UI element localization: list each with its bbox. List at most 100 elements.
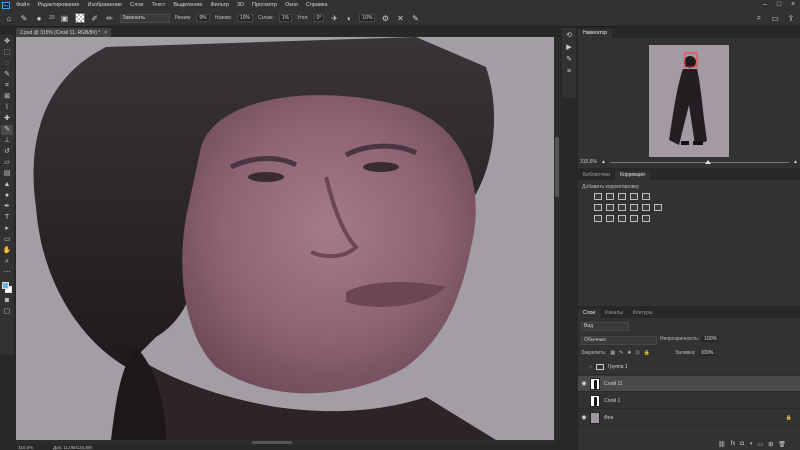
flow-field[interactable]: 0° — [313, 14, 325, 22]
exposure-icon[interactable] — [630, 193, 638, 200]
close-tab-icon[interactable]: × — [104, 30, 107, 36]
smoothing-icon[interactable]: ◐ — [344, 13, 354, 23]
hand-tool-icon[interactable]: ✋ — [1, 246, 13, 256]
eraser-tool-icon[interactable]: ▱ — [1, 158, 13, 168]
more-tools-icon[interactable]: ⋯ — [1, 268, 13, 278]
menu-filter[interactable]: Фильтр — [206, 2, 232, 8]
menu-select[interactable]: Выделение — [169, 2, 206, 8]
menu-file[interactable]: Файл — [12, 2, 34, 8]
zoom-slider-knob[interactable] — [704, 159, 711, 164]
pen-tool-icon[interactable]: ✒ — [1, 202, 13, 212]
navigator-zoom-slider[interactable] — [609, 159, 790, 164]
brightness-contrast-icon[interactable] — [594, 193, 602, 200]
color-lookup-icon[interactable] — [654, 204, 662, 211]
sample-all-icon[interactable]: ✕ — [395, 13, 405, 23]
zoom-tool-icon[interactable]: ⌕ — [1, 257, 13, 267]
quick-mask-icon[interactable]: ◙ — [1, 296, 13, 306]
add-mask-icon[interactable]: ◘ — [740, 441, 744, 448]
color-swatches[interactable] — [1, 281, 13, 295]
search-icon[interactable]: ⌕ — [754, 13, 764, 23]
path-select-tool-icon[interactable]: ▸ — [1, 224, 13, 234]
blend-mode-select[interactable]: Обычные — [581, 336, 657, 345]
wet-field[interactable]: 9% — [196, 14, 210, 22]
clean-brush-icon[interactable]: ✏ — [105, 13, 115, 23]
document-tab[interactable]: 2.psd @ 315% (Слой 11, RGB/8#) * × — [16, 28, 112, 37]
load-brush-icon[interactable]: ✐ — [90, 13, 100, 23]
workspace-icon[interactable]: ▭ — [770, 13, 780, 23]
healing-tool-icon[interactable]: ✚ — [1, 114, 13, 124]
layer-row-background[interactable]: ◉ Фон 🔒 — [578, 410, 800, 426]
history-icon[interactable]: ⟲ — [564, 32, 574, 40]
eye-icon[interactable]: ◉ — [578, 380, 590, 387]
brush-tool-icon[interactable]: ✎ — [1, 125, 13, 135]
blur-tool-icon[interactable]: ▲ — [1, 180, 13, 190]
menu-image[interactable]: Изображение — [83, 2, 126, 8]
levels-icon[interactable] — [606, 193, 614, 200]
selective-color-icon[interactable] — [642, 215, 650, 222]
layer-row-selected[interactable]: ◉ Слой 11 — [578, 376, 800, 392]
lock-move-icon[interactable]: ✥ — [627, 350, 631, 356]
gear-icon[interactable]: ⚙ — [380, 13, 390, 23]
curves-icon[interactable] — [618, 193, 626, 200]
brush-preset-icon[interactable]: ● — [34, 13, 44, 23]
minimize-icon[interactable]: – — [758, 0, 772, 10]
mixer-brush-icon[interactable]: ✎ — [19, 13, 29, 23]
zoom-in-icon[interactable]: ▲ — [793, 159, 798, 165]
brush-panel-icon[interactable]: ▣ — [60, 13, 70, 23]
canvas-area[interactable] — [16, 37, 556, 440]
marquee-tool-icon[interactable]: ⬚ — [1, 48, 13, 58]
zoom-out-icon[interactable]: ▲ — [601, 159, 606, 165]
new-layer-icon[interactable]: ⊞ — [768, 441, 773, 448]
gradient-map-icon[interactable] — [630, 215, 638, 222]
airbrush-icon[interactable]: ✈ — [329, 13, 339, 23]
load-swatch[interactable] — [74, 13, 85, 23]
tab-libraries[interactable]: Библиотеки — [578, 171, 615, 180]
expand-arrow-icon[interactable]: › — [590, 364, 592, 370]
eyedropper-tool-icon[interactable]: ⌇ — [1, 103, 13, 113]
new-group-icon[interactable]: ▭ — [758, 441, 764, 448]
properties-icon[interactable]: ≡ — [564, 68, 574, 76]
lock-artboard-icon[interactable]: ⊡ — [635, 350, 639, 356]
menu-help[interactable]: Справка — [302, 2, 332, 8]
eye-icon[interactable]: ◉ — [578, 414, 590, 421]
tab-layers[interactable]: Слои — [578, 309, 601, 318]
maximize-icon[interactable]: □ — [772, 0, 786, 10]
color-balance-icon[interactable] — [606, 204, 614, 211]
screen-mode-icon[interactable]: ▢ — [1, 307, 13, 317]
delete-layer-icon[interactable]: 🗑 — [778, 441, 786, 448]
tab-adjustments[interactable]: Коррекция — [615, 171, 650, 180]
fill-field[interactable]: 100% — [698, 350, 716, 356]
play-icon[interactable]: ▶ — [564, 44, 574, 52]
brush-settings-icon[interactable]: ✎ — [564, 56, 574, 64]
layer-row[interactable]: Слой 1 — [578, 393, 800, 409]
foreground-color-swatch[interactable] — [2, 282, 9, 289]
layer-row-group[interactable]: › Группа 1 — [578, 359, 800, 375]
symmetry-icon[interactable]: ✎ — [410, 13, 420, 23]
menu-edit[interactable]: Редактирование — [34, 2, 84, 8]
history-brush-icon[interactable]: ↺ — [1, 147, 13, 157]
fx-icon[interactable]: fx — [731, 441, 736, 448]
share-icon[interactable]: ⇪ — [786, 13, 796, 23]
close-window-icon[interactable]: × — [786, 0, 800, 10]
shape-tool-icon[interactable]: ▭ — [1, 235, 13, 245]
tab-navigator[interactable]: Навигатор — [578, 29, 613, 38]
lock-brush-icon[interactable]: ✎ — [619, 350, 623, 356]
vibrance-icon[interactable] — [642, 193, 650, 200]
load-field[interactable]: 10% — [236, 14, 253, 22]
menu-text[interactable]: Текст — [147, 2, 169, 8]
move-tool-icon[interactable]: ✥ — [1, 37, 13, 47]
quick-select-tool-icon[interactable]: ✎ — [1, 70, 13, 80]
menu-window[interactable]: Окно — [281, 2, 302, 8]
opacity-field[interactable]: 100% — [702, 336, 720, 342]
navigator-zoom-value[interactable]: 315,6% — [580, 159, 597, 165]
type-tool-icon[interactable]: T — [1, 213, 13, 223]
menu-view[interactable]: Просмотр — [248, 2, 281, 8]
photo-filter-icon[interactable] — [630, 204, 638, 211]
mode-select[interactable]: Заменить — [119, 13, 170, 23]
new-adjustment-icon[interactable]: ◑ — [749, 441, 753, 448]
layer-filter-select[interactable]: Вид — [581, 322, 629, 331]
link-layers-icon[interactable]: ⛓ — [718, 441, 726, 448]
status-doc-size[interactable]: Док: 11,0М/134,9М — [53, 445, 92, 450]
photoshop-logo-icon[interactable]: Ps — [0, 0, 12, 10]
invert-icon[interactable] — [594, 215, 602, 222]
